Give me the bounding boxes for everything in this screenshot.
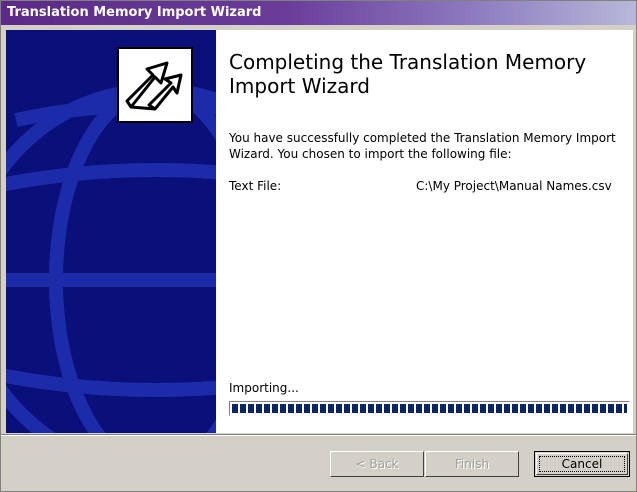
finish-button-label: Finish — [454, 457, 490, 471]
wizard-window: Translation Memory Import Wizard Complet… — [0, 0, 637, 492]
import-arrows-icon — [117, 47, 193, 123]
progress-fill — [232, 404, 627, 413]
page-title: Completing the Translation Memory Import… — [229, 50, 587, 98]
title-bar[interactable]: Translation Memory Import Wizard — [1, 1, 636, 25]
sidebar-banner — [6, 30, 216, 433]
back-button-label: < Back — [355, 457, 399, 471]
finish-button[interactable]: Finish — [425, 451, 519, 477]
window-title: Translation Memory Import Wizard — [7, 5, 262, 20]
file-type-label: Text File: — [229, 179, 282, 193]
wizard-content: Completing the Translation Memory Import… — [6, 30, 633, 433]
back-button[interactable]: < Back — [330, 451, 424, 477]
import-status-label: Importing... — [229, 381, 299, 395]
file-path-value: C:\My Project\Manual Names.csv — [416, 179, 612, 193]
cancel-button[interactable]: Cancel — [534, 451, 630, 477]
completion-description: You have successfully completed the Tran… — [229, 131, 616, 161]
import-progress-bar — [229, 401, 630, 416]
cancel-button-label: Cancel — [561, 457, 603, 471]
button-separator — [1, 434, 636, 436]
